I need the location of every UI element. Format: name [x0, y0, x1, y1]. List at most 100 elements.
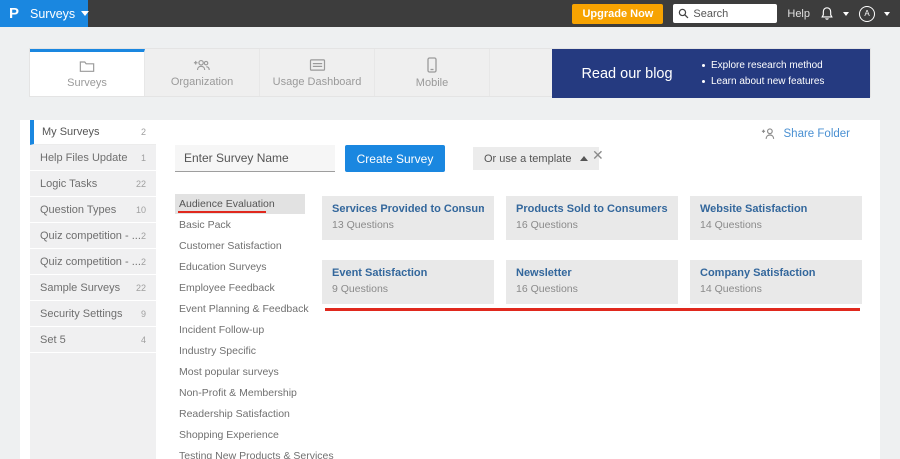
blog-banner-bullets: Explore research method Learn about new …	[702, 60, 824, 87]
sidebar-item-label: Security Settings	[40, 308, 123, 320]
template-card-title: Newsletter	[516, 267, 572, 279]
category-label: Customer Satisfaction	[179, 240, 282, 252]
template-card-questions: 14 Questions	[700, 219, 762, 231]
template-card-services-provided[interactable]: Services Provided to Consumers 13 Questi…	[322, 196, 494, 240]
tab-label: Mobile	[415, 76, 449, 89]
template-card-questions: 13 Questions	[332, 219, 394, 231]
help-link[interactable]: Help	[787, 8, 810, 20]
tab-label: Organization	[170, 75, 234, 88]
sidebar-item-label: Logic Tasks	[40, 178, 98, 190]
blog-bullet-text: Learn about new features	[711, 76, 825, 87]
sidebar-item-label: Sample Surveys	[40, 282, 121, 294]
category-label: Testing New Products & Services	[179, 450, 334, 459]
content-panel: My Surveys 2 Help Files Update 1 Logic T…	[20, 120, 880, 459]
category-label: Non-Profit & Membership	[179, 387, 297, 399]
close-icon[interactable]: ✕	[592, 148, 604, 162]
category-incident-follow-up[interactable]: Incident Follow-up	[175, 320, 305, 340]
sidebar-item-count: 2	[140, 231, 146, 241]
category-label: Basic Pack	[179, 219, 231, 231]
template-card-company-satisfaction[interactable]: Company Satisfaction 14 Questions	[690, 260, 862, 304]
category-readership-satisfaction[interactable]: Readership Satisfaction	[175, 404, 305, 424]
category-label: Education Surveys	[179, 261, 267, 273]
blog-bullet-text: Explore research method	[711, 60, 823, 71]
share-folder-link[interactable]: Share Folder	[761, 127, 850, 140]
sidebar-item-count: 1	[140, 153, 146, 163]
tab-label: Usage Dashboard	[272, 75, 362, 88]
category-label: Audience Evaluation	[179, 198, 275, 210]
account-menu[interactable]: A	[859, 5, 890, 22]
category-shopping-experience[interactable]: Shopping Experience	[175, 425, 305, 445]
category-event-planning-feedback[interactable]: Event Planning & Feedback	[175, 299, 309, 319]
chevron-down-icon	[81, 11, 90, 16]
category-most-popular-surveys[interactable]: Most popular surveys	[175, 362, 305, 382]
share-folder-label: Share Folder	[783, 127, 850, 140]
tab-usage-dashboard[interactable]: Usage Dashboard	[260, 49, 375, 96]
topbar-actions: Upgrade Now Help	[572, 3, 900, 24]
blog-bullet: Learn about new features	[702, 76, 824, 87]
tab-label: Surveys	[67, 77, 107, 89]
tab-mobile[interactable]: Mobile	[375, 49, 490, 96]
template-card-title: Website Satisfaction	[700, 203, 808, 215]
sidebar-item-set-5[interactable]: Set 5 4	[30, 328, 156, 353]
template-card-event-satisfaction[interactable]: Event Satisfaction 9 Questions	[322, 260, 494, 304]
search-box[interactable]	[673, 4, 778, 23]
sidebar-item-label: Quiz competition - ...	[40, 256, 141, 268]
template-card-products-sold[interactable]: Products Sold to Consumers 16 Questions	[506, 196, 678, 240]
category-employee-feedback[interactable]: Employee Feedback	[175, 278, 305, 298]
template-card-grid: Services Provided to Consumers 13 Questi…	[322, 196, 862, 304]
category-non-profit-membership[interactable]: Non-Profit & Membership	[175, 383, 305, 403]
use-template-dropdown[interactable]: Or use a template	[473, 147, 600, 170]
upgrade-now-button[interactable]: Upgrade Now	[572, 3, 664, 24]
category-label: Employee Feedback	[179, 282, 275, 294]
search-input[interactable]	[693, 7, 774, 20]
person-add-icon	[761, 127, 777, 140]
blog-banner[interactable]: Read our blog Explore research method Le…	[552, 49, 870, 98]
bullet-dot	[702, 80, 705, 83]
notifications-menu[interactable]	[820, 6, 849, 21]
template-card-title: Services Provided to Consumers	[332, 203, 484, 215]
category-label: Industry Specific	[179, 345, 257, 357]
category-customer-satisfaction[interactable]: Customer Satisfaction	[175, 236, 305, 256]
sidebar-item-count: 2	[140, 257, 146, 267]
template-card-questions: 16 Questions	[516, 219, 578, 231]
sidebar-item-security-settings[interactable]: Security Settings 9	[30, 302, 156, 327]
product-label: Surveys	[30, 6, 76, 21]
folders-sidebar: My Surveys 2 Help Files Update 1 Logic T…	[30, 120, 156, 459]
sidebar-item-label: Help Files Update	[40, 152, 128, 164]
tab-organization[interactable]: Organization	[145, 49, 260, 96]
sidebar-item-logic-tasks[interactable]: Logic Tasks 22	[30, 172, 156, 197]
sidebar-item-sample-surveys[interactable]: Sample Surveys 22	[30, 276, 156, 301]
sidebar-item-quiz-competition-1[interactable]: Quiz competition - ... 2	[30, 224, 156, 249]
sidebar-item-question-types[interactable]: Question Types 10	[30, 198, 156, 223]
sidebar-item-help-files-update[interactable]: Help Files Update 1	[30, 146, 156, 171]
chevron-up-icon	[580, 156, 589, 161]
category-basic-pack[interactable]: Basic Pack	[175, 215, 305, 235]
sidebar-item-label: Quiz competition - ...	[40, 230, 141, 242]
category-industry-specific[interactable]: Industry Specific	[175, 341, 305, 361]
proprofs-logo-icon: P	[9, 5, 20, 22]
category-testing-new-products-services[interactable]: Testing New Products & Services	[175, 446, 334, 459]
sidebar-item-my-surveys[interactable]: My Surveys 2	[30, 120, 156, 145]
bullet-dot	[702, 64, 705, 67]
app-window: P Surveys Upgrade Now Help	[0, 0, 900, 459]
category-label: Incident Follow-up	[179, 324, 265, 336]
sidebar-item-quiz-competition-2[interactable]: Quiz competition - ... 2	[30, 250, 156, 275]
top-bar: P Surveys Upgrade Now Help	[0, 0, 900, 27]
template-card-newsletter[interactable]: Newsletter 16 Questions	[506, 260, 678, 304]
template-card-questions: 16 Questions	[516, 283, 578, 295]
annotation-red-underline	[178, 211, 266, 213]
survey-name-input[interactable]	[175, 145, 335, 172]
tabbar-filler	[490, 49, 552, 96]
template-card-website-satisfaction[interactable]: Website Satisfaction 14 Questions	[690, 196, 862, 240]
category-audience-evaluation[interactable]: Audience Evaluation	[175, 194, 305, 214]
template-card-questions: 9 Questions	[332, 283, 389, 295]
tab-surveys[interactable]: Surveys	[30, 49, 145, 96]
main-tab-bar: Surveys Organization Usage Dashboard Mob…	[29, 48, 871, 98]
blog-banner-title: Read our blog	[581, 65, 673, 82]
create-survey-button[interactable]: Create Survey	[345, 145, 445, 172]
category-education-surveys[interactable]: Education Surveys	[175, 257, 305, 277]
bell-icon	[820, 6, 834, 21]
chevron-down-icon	[884, 11, 890, 16]
product-switcher[interactable]: P Surveys	[0, 0, 90, 27]
template-card-questions: 14 Questions	[700, 283, 762, 295]
